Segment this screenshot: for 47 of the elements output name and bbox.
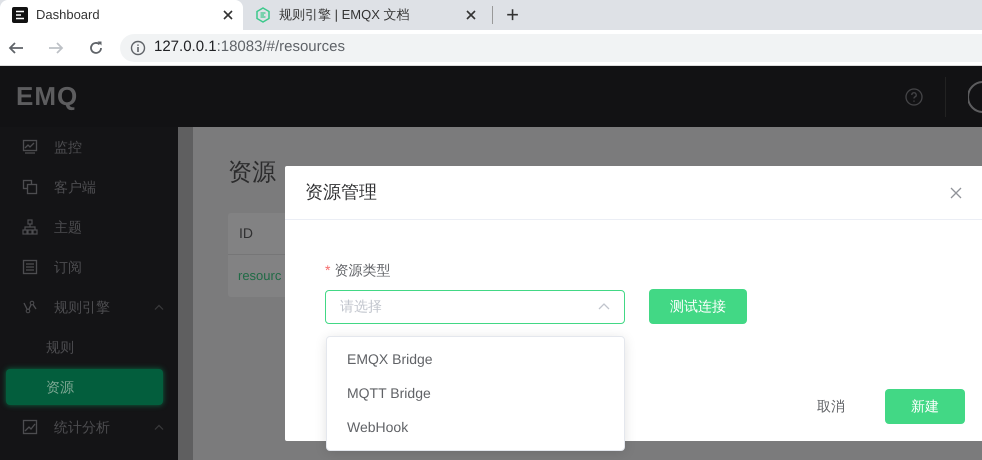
field-label: * 资源类型 xyxy=(325,261,392,280)
menu-label: 订阅 xyxy=(54,258,82,276)
select-field[interactable]: 请选择 xyxy=(325,290,625,324)
logo: EMQ xyxy=(16,80,78,113)
new-tab-button[interactable]: + xyxy=(492,6,532,24)
monitor-icon xyxy=(22,139,38,155)
hexagon-icon xyxy=(255,7,271,23)
browser-tab[interactable]: 规则引擎 | EMQX 文档 xyxy=(243,0,486,30)
menu-label: 监控 xyxy=(54,138,82,156)
sidebar-item[interactable]: 统计分析 xyxy=(0,407,178,447)
sidebar-subitem[interactable]: 资源 xyxy=(6,369,163,405)
avatar-icon[interactable] xyxy=(968,80,982,112)
devices-icon xyxy=(22,179,38,195)
menu-label: 客户端 xyxy=(54,178,96,196)
tab-title: Dashboard xyxy=(36,6,100,24)
hierarchy-icon xyxy=(22,219,38,235)
create-button[interactable]: 新建 xyxy=(885,389,965,424)
dropdown-option[interactable]: EMQX Bridge xyxy=(327,342,624,376)
sidebar-item[interactable]: 监控 xyxy=(0,127,178,167)
cancel-button[interactable]: 取消 xyxy=(811,395,851,418)
chart-icon xyxy=(22,419,38,435)
table-cell-text: resourc xyxy=(237,267,282,286)
menu-label: 统计分析 xyxy=(54,418,110,436)
sidebar-item[interactable]: 规则引擎 xyxy=(0,287,178,327)
menu-label: 规则引擎 xyxy=(54,298,110,316)
app-icon xyxy=(12,7,28,23)
list-icon xyxy=(22,259,38,275)
graph-icon xyxy=(22,299,38,315)
close-icon[interactable] xyxy=(223,10,233,20)
test-connection-button[interactable]: 测试连接 xyxy=(649,289,747,324)
info-icon xyxy=(130,40,146,56)
address-bar[interactable]: 127.0.0.1:18083/#/resources xyxy=(120,34,982,62)
dialog-title: 资源管理 xyxy=(305,181,377,204)
reload-icon[interactable] xyxy=(88,40,104,56)
dropdown-option[interactable]: MQTT Bridge xyxy=(327,376,624,410)
browser-tab[interactable]: Dashboard xyxy=(0,0,243,30)
menu-label: 主题 xyxy=(54,218,82,236)
page-title: 资源 xyxy=(228,158,277,188)
tab-title: 规则引擎 | EMQX 文档 xyxy=(279,6,410,24)
sidebar-item[interactable]: 客户端 xyxy=(0,167,178,207)
sidebar-item[interactable]: 主题 xyxy=(0,207,178,247)
close-icon[interactable] xyxy=(466,10,476,20)
back-icon[interactable] xyxy=(8,40,24,56)
dropdown-option[interactable]: WebHook xyxy=(327,410,624,444)
sidebar-subitem[interactable]: 规则 xyxy=(0,327,178,367)
sidebar-item[interactable]: 订阅 xyxy=(0,247,178,287)
chevron-up-icon xyxy=(598,303,610,310)
